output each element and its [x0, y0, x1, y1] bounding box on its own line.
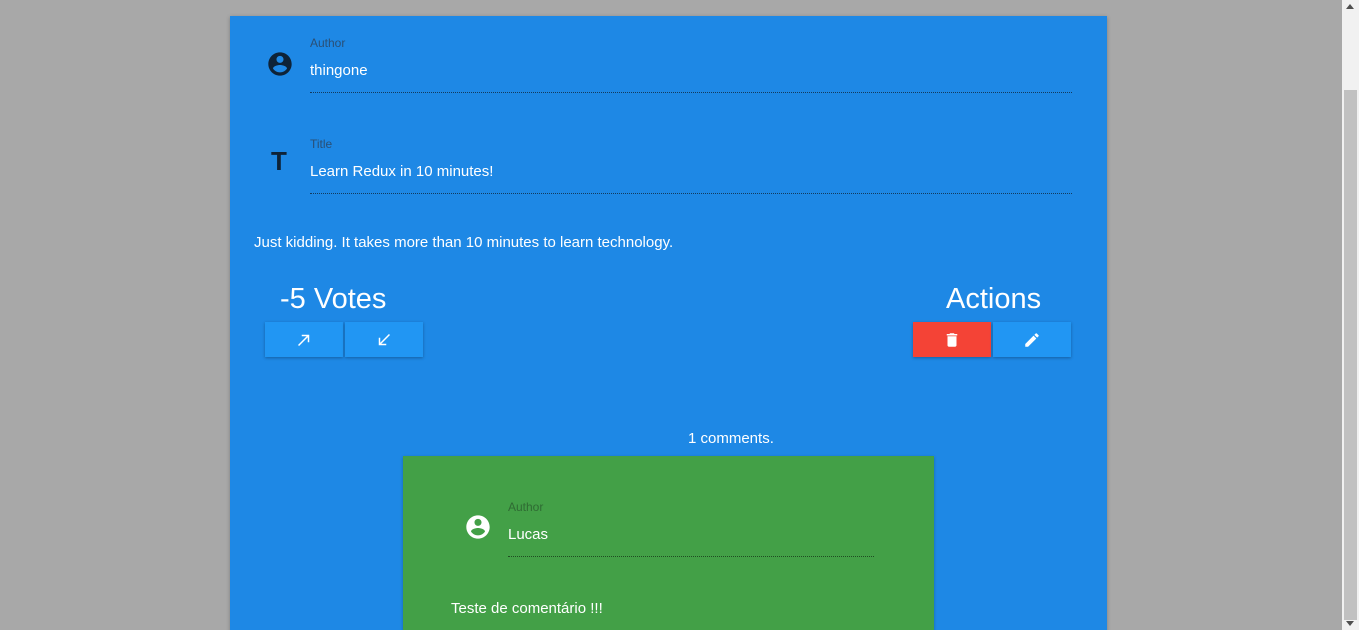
votes-heading: -5 Votes	[280, 283, 387, 315]
scroll-up-arrow-icon[interactable]	[1346, 4, 1354, 9]
post-title-value: Learn Redux in 10 minutes!	[310, 163, 494, 180]
actions-heading: Actions	[946, 283, 1042, 315]
pencil-icon	[1023, 331, 1041, 349]
comments-count: 1 comments.	[688, 430, 774, 447]
account-circle-icon	[464, 513, 492, 541]
title-icon: T	[271, 146, 287, 176]
page: Author thingone T Title Learn Redux in 1…	[0, 0, 1359, 630]
trash-icon	[943, 331, 961, 349]
comment-card: Author Lucas Teste de comentário !!!	[403, 456, 934, 630]
comment-author-label: Author	[508, 500, 544, 514]
post-author-underline[interactable]	[310, 92, 1072, 93]
delete-post-button[interactable]	[913, 322, 991, 357]
comment-author-underline[interactable]	[508, 556, 874, 557]
scroll-down-arrow-icon[interactable]	[1346, 621, 1354, 626]
upvote-button[interactable]	[265, 322, 343, 357]
post-author-value: thingone	[310, 62, 368, 79]
post-card: Author thingone T Title Learn Redux in 1…	[230, 16, 1107, 630]
post-body: Just kidding. It takes more than 10 minu…	[254, 234, 674, 251]
comment-body: Teste de comentário !!!	[451, 600, 603, 617]
downvote-button[interactable]	[345, 322, 423, 357]
post-title-underline[interactable]	[310, 193, 1072, 194]
comment-author-value: Lucas	[508, 526, 549, 543]
post-title-label: Title	[310, 137, 333, 151]
arrow-down-left-icon	[375, 331, 393, 349]
post-author-label: Author	[310, 36, 346, 50]
page-scrollbar[interactable]	[1342, 0, 1359, 630]
account-circle-icon	[266, 50, 294, 78]
edit-post-button[interactable]	[993, 322, 1071, 357]
scroll-thumb[interactable]	[1344, 90, 1357, 620]
arrow-up-right-icon	[295, 331, 313, 349]
